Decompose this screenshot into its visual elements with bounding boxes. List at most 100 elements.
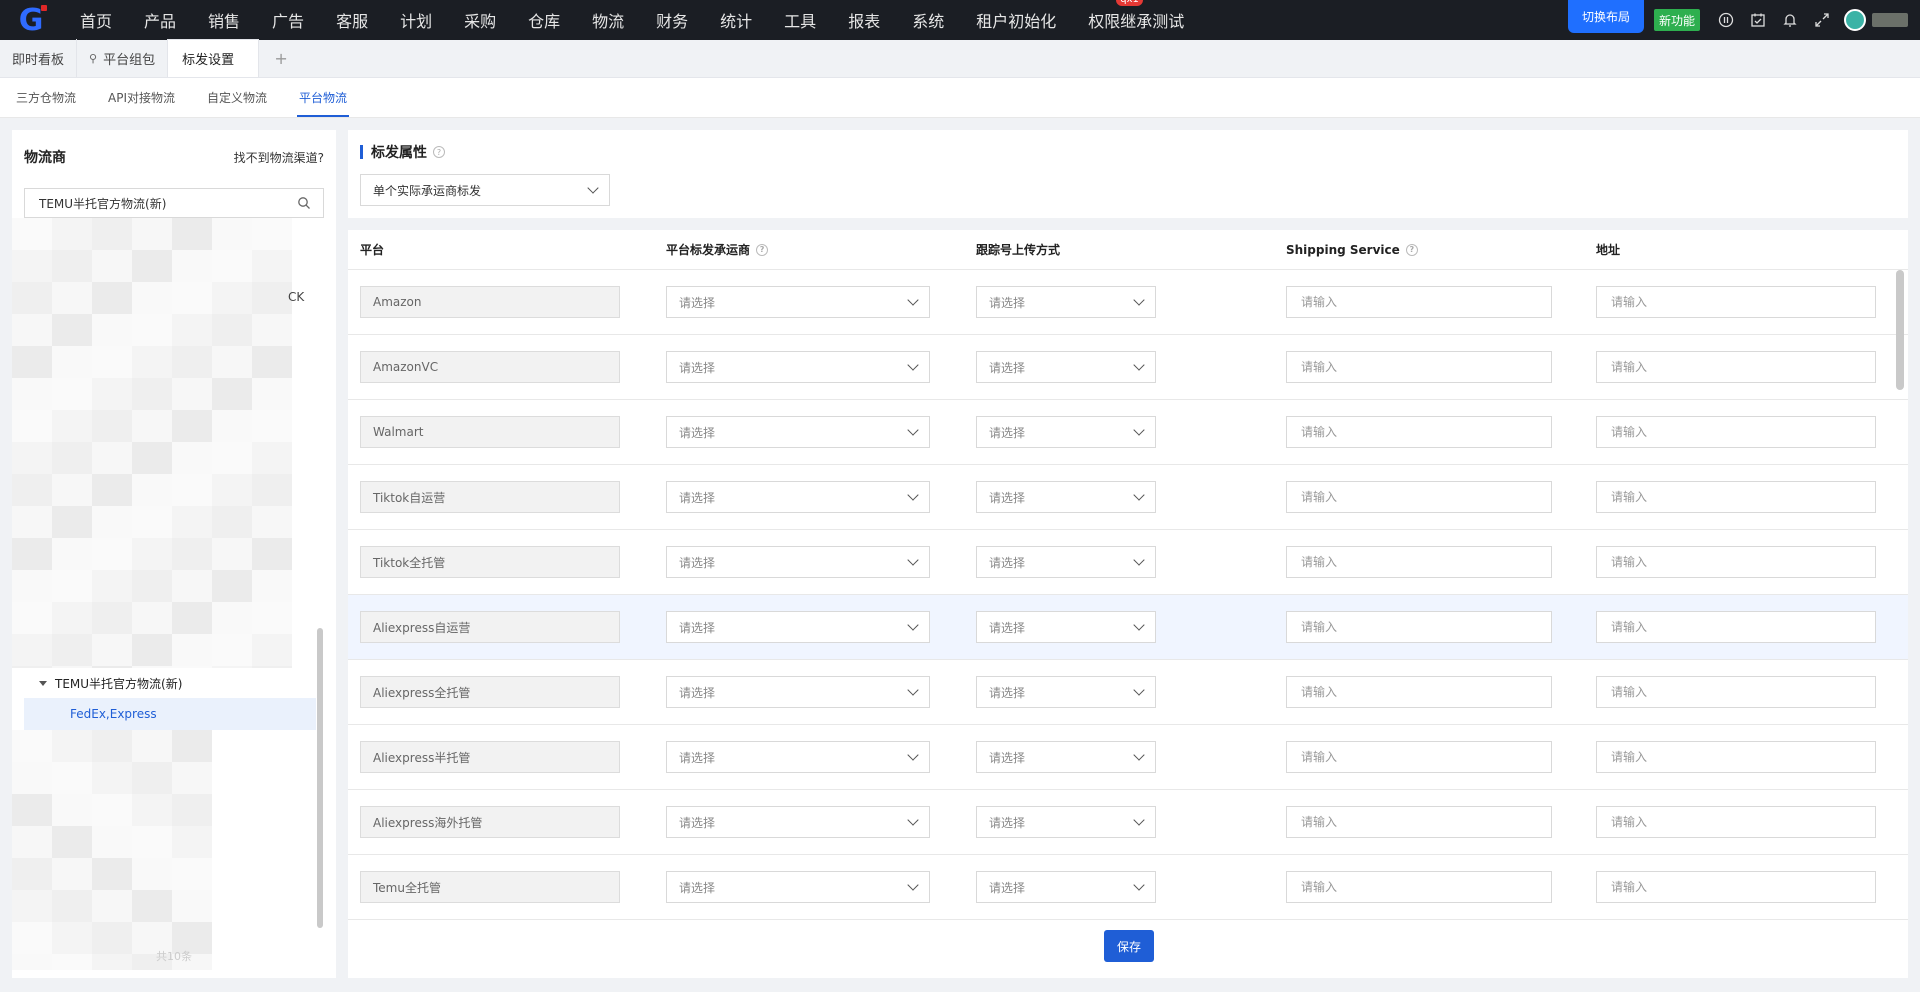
nav-item[interactable]: 销售 [208, 8, 240, 32]
shipping-service-field[interactable] [1286, 546, 1552, 578]
nav-item[interactable]: 仓库 [528, 8, 560, 32]
tracking-upload-select[interactable]: 请选择 [976, 286, 1156, 318]
new-feature-button[interactable]: 新功能 [1653, 9, 1700, 31]
user-name-redacted[interactable] [1872, 13, 1908, 27]
address-field[interactable] [1596, 806, 1876, 838]
tracking-upload-select[interactable]: 请选择 [976, 741, 1156, 773]
help-icon[interactable]: ? [756, 243, 769, 256]
bell-icon[interactable] [1774, 0, 1806, 40]
nav-item[interactable]: 首页 [80, 8, 112, 32]
platform-carrier-select[interactable]: 请选择 [666, 676, 930, 708]
switch-layout-button[interactable]: 切换布局 [1567, 0, 1644, 33]
shipping-service-field[interactable] [1286, 871, 1552, 903]
shipping-service-input[interactable] [1299, 814, 1539, 830]
platform-carrier-select[interactable]: 请选择 [666, 546, 930, 578]
nav-item[interactable]: 物流 [592, 8, 624, 32]
right-scrollbar[interactable] [1896, 270, 1904, 390]
search-icon[interactable] [297, 196, 311, 210]
user-avatar[interactable] [1844, 9, 1866, 31]
nav-item[interactable]: 工具 [784, 8, 816, 32]
platform-carrier-select[interactable]: 请选择 [666, 741, 930, 773]
nav-item[interactable]: 统计 [720, 8, 752, 32]
tracking-upload-select[interactable]: 请选择 [976, 546, 1156, 578]
address-input[interactable] [1609, 294, 1863, 310]
caret-down-icon[interactable] [39, 680, 47, 686]
address-input[interactable] [1609, 749, 1863, 765]
shipping-service-input[interactable] [1299, 879, 1539, 895]
nav-item[interactable]: 广告 [272, 8, 304, 32]
address-field[interactable] [1596, 351, 1876, 383]
help-icon[interactable]: ? [1405, 243, 1418, 256]
nav-item[interactable]: 产品 [144, 8, 176, 32]
tab-mark-ship-settings[interactable]: 标发设置 [168, 39, 260, 77]
address-field[interactable] [1596, 546, 1876, 578]
nav-item[interactable]: 报表 [848, 8, 880, 32]
tracking-upload-select[interactable]: 请选择 [976, 871, 1156, 903]
shipping-service-field[interactable] [1286, 676, 1552, 708]
nav-item[interactable]: 计划 [400, 8, 432, 32]
nav-item[interactable]: 财务 [656, 8, 688, 32]
address-field[interactable] [1596, 481, 1876, 513]
nav-item[interactable]: 客服 [336, 8, 368, 32]
shipping-service-field[interactable] [1286, 481, 1552, 513]
provider-search-input[interactable] [37, 195, 297, 211]
platform-carrier-select[interactable]: 请选择 [666, 416, 930, 448]
tab-custom-logistics[interactable]: 自定义物流 [191, 78, 283, 117]
shipping-service-field[interactable] [1286, 806, 1552, 838]
tab-api-logistics[interactable]: API对接物流 [92, 78, 191, 117]
tracking-upload-select[interactable]: 请选择 [976, 351, 1156, 383]
address-field[interactable] [1596, 741, 1876, 773]
tracking-upload-select[interactable]: 请选择 [976, 416, 1156, 448]
address-input[interactable] [1609, 879, 1863, 895]
tracking-upload-select[interactable]: 请选择 [976, 806, 1156, 838]
shipping-service-input[interactable] [1299, 489, 1539, 505]
shipping-service-field[interactable] [1286, 351, 1552, 383]
address-field[interactable] [1596, 416, 1876, 448]
address-field[interactable] [1596, 611, 1876, 643]
platform-carrier-select[interactable]: 请选择 [666, 806, 930, 838]
nav-item[interactable]: 采购 [464, 8, 496, 32]
address-field[interactable] [1596, 676, 1876, 708]
tab-platform-logistics[interactable]: 平台物流 [283, 78, 363, 117]
platform-carrier-select[interactable]: 请选择 [666, 611, 930, 643]
tab-dashboard[interactable]: 即时看板 [0, 39, 78, 77]
address-input[interactable] [1609, 619, 1863, 635]
shipping-service-input[interactable] [1299, 294, 1539, 310]
add-tab-button[interactable]: + [259, 39, 303, 77]
info-icon[interactable] [1710, 0, 1742, 40]
tracking-upload-select[interactable]: 请选择 [976, 481, 1156, 513]
tab-platform-package[interactable]: ⚲ 平台组包 [77, 39, 169, 77]
address-input[interactable] [1609, 814, 1863, 830]
app-logo[interactable]: G [0, 0, 60, 40]
address-input[interactable] [1609, 359, 1863, 375]
platform-carrier-select[interactable]: 请选择 [666, 871, 930, 903]
address-input[interactable] [1609, 424, 1863, 440]
mark-ship-mode-select[interactable]: 单个实际承运商标发 [360, 174, 610, 206]
shipping-service-input[interactable] [1299, 684, 1539, 700]
tab-third-party-warehouse[interactable]: 三方仓物流 [0, 78, 92, 117]
tree-node-temu[interactable]: TEMU半托官方物流(新) [24, 668, 316, 698]
cannot-find-channel-link[interactable]: 找不到物流渠道? [234, 149, 324, 166]
shipping-service-field[interactable] [1286, 611, 1552, 643]
shipping-service-field[interactable] [1286, 741, 1552, 773]
address-input[interactable] [1609, 489, 1863, 505]
shipping-service-input[interactable] [1299, 619, 1539, 635]
tracking-upload-select[interactable]: 请选择 [976, 611, 1156, 643]
shipping-service-input[interactable] [1299, 749, 1539, 765]
shipping-service-input[interactable] [1299, 554, 1539, 570]
tree-leaf-fedex[interactable]: FedEx,Express [24, 698, 316, 730]
address-field[interactable] [1596, 871, 1876, 903]
nav-item[interactable]: 权限继承测试qx1 [1088, 0, 1184, 32]
address-input[interactable] [1609, 554, 1863, 570]
platform-carrier-select[interactable]: 请选择 [666, 351, 930, 383]
shipping-service-field[interactable] [1286, 286, 1552, 318]
address-field[interactable] [1596, 286, 1876, 318]
platform-carrier-select[interactable]: 请选择 [666, 481, 930, 513]
nav-item[interactable]: 租户初始化 [976, 8, 1056, 32]
help-icon[interactable]: ? [433, 146, 445, 158]
provider-search-box[interactable] [24, 188, 324, 218]
tracking-upload-select[interactable]: 请选择 [976, 676, 1156, 708]
task-check-icon[interactable] [1742, 0, 1774, 40]
left-scrollbar[interactable] [317, 628, 323, 928]
shipping-service-input[interactable] [1299, 359, 1539, 375]
